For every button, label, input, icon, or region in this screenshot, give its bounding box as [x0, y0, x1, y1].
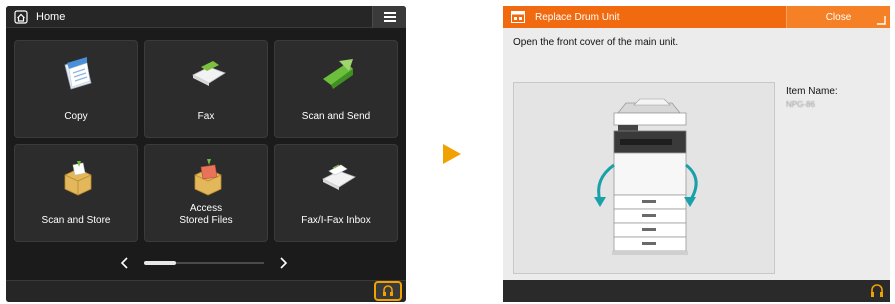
home-header: Home [6, 6, 406, 28]
tile-scan-send[interactable]: Scan and Send [274, 40, 398, 138]
page-indicator [6, 250, 406, 276]
access-stored-files-icon [194, 159, 222, 196]
tile-copy[interactable]: Copy [14, 40, 138, 138]
replace-drum-screen: Replace Drum Unit Close Open the front c… [503, 6, 890, 302]
page-track[interactable] [144, 261, 264, 265]
dialog-footer [503, 280, 890, 302]
counter-check-icon [383, 285, 393, 296]
scan-send-icon [323, 59, 353, 89]
home-screen: Home Copy Fax Scan and Send Scan and Sto… [6, 6, 406, 302]
close-button[interactable]: Close [786, 6, 890, 28]
counter-check-icon[interactable] [870, 284, 884, 298]
corner-arrow-icon [877, 16, 886, 25]
scan-store-icon [64, 161, 92, 196]
machine-illustration [513, 82, 775, 274]
tile-label: Scan and Store [41, 215, 111, 226]
function-grid: Copy Fax Scan and Send Scan and Store Ac… [14, 40, 398, 242]
dialog-header: Replace Drum Unit Close [503, 6, 890, 28]
counter-check-button[interactable] [374, 281, 402, 301]
printer-diagram [594, 98, 698, 255]
tile-label: Copy [64, 111, 88, 122]
menu-button[interactable] [372, 6, 406, 28]
item-name-value: NPG-86 [786, 100, 815, 109]
home-icon[interactable] [14, 9, 28, 24]
chevron-left-icon[interactable] [116, 254, 134, 272]
tile-label: Fax [197, 111, 215, 122]
tile-fax-inbox[interactable]: Fax/I-Fax Inbox [274, 144, 398, 242]
close-label: Close [825, 11, 852, 23]
home-footer [6, 280, 406, 302]
tile-scan-store[interactable]: Scan and Store [14, 144, 138, 242]
page-thumb[interactable] [144, 261, 176, 265]
fax-icon [192, 61, 226, 86]
menu-icon [383, 12, 396, 22]
item-name-label: Item Name: [786, 86, 838, 97]
instruction-text: Open the front cover of the main unit. [513, 37, 679, 48]
tile-label: Scan and Send [301, 111, 371, 122]
fax-inbox-icon [322, 164, 356, 190]
tile-fax[interactable]: Fax [144, 40, 268, 138]
dialog-title: Replace Drum Unit [535, 11, 620, 23]
tile-access-stored-files[interactable]: Access Stored Files [144, 144, 268, 242]
home-title: Home [36, 10, 66, 23]
play-arrow-icon [443, 144, 461, 164]
tile-label: Fax/I-Fax Inbox [301, 215, 371, 226]
dialog-icon [511, 11, 525, 23]
copy-icon [64, 57, 92, 90]
stage: Home Copy Fax Scan and Send Scan and Sto… [0, 0, 895, 304]
chevron-right-icon[interactable] [274, 254, 292, 272]
tile-label: Access Stored Files [179, 203, 233, 226]
